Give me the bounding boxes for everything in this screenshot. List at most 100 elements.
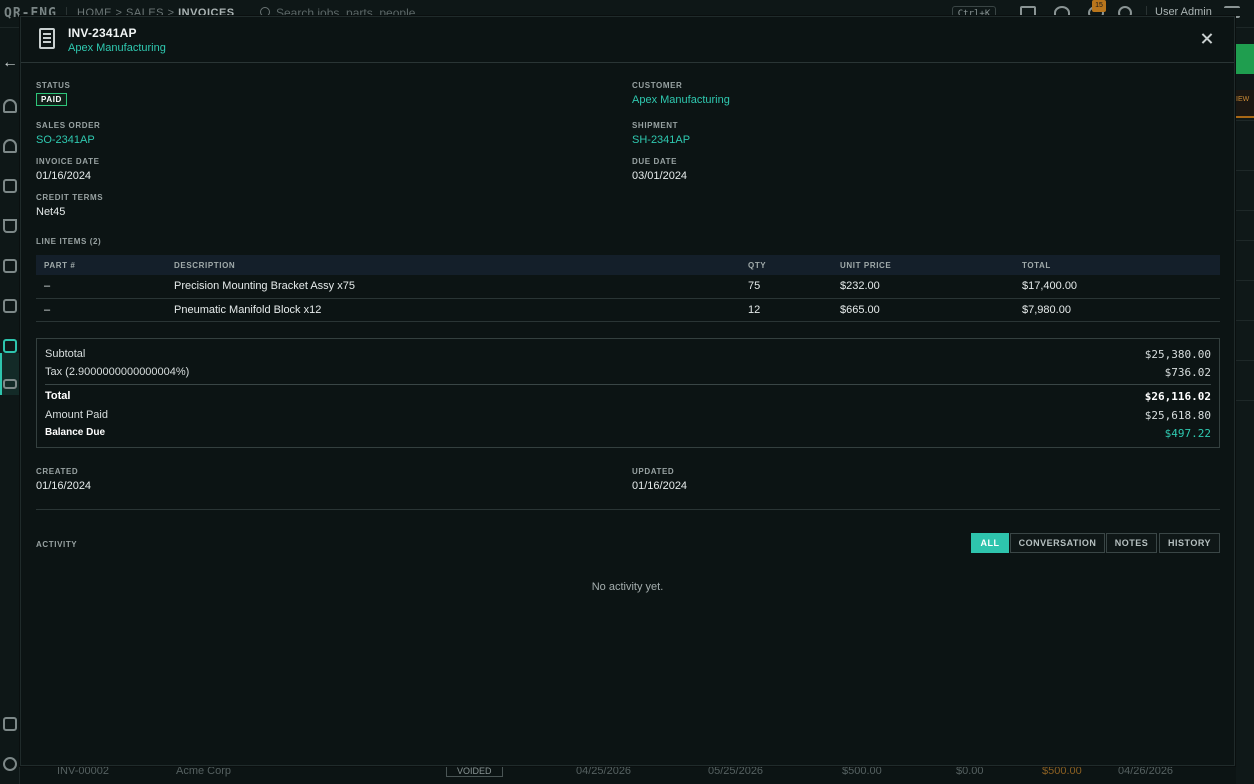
activity-empty-state: No activity yet. [591, 581, 664, 593]
invoice-date-value: 01/16/2024 [36, 170, 92, 182]
bg-row-date1: 04/25/2026 [576, 765, 632, 777]
activity-heading: ACTIVITY [36, 540, 78, 549]
cart-icon[interactable] [3, 219, 17, 233]
background-row-divider [1236, 170, 1254, 171]
close-icon[interactable] [1199, 31, 1215, 47]
column-total: TOTAL [1014, 255, 1220, 275]
sales-order-link[interactable]: SO-2341AP [36, 134, 95, 146]
background-row-divider [1236, 120, 1254, 121]
background-row-divider [1236, 210, 1254, 211]
subtotal-row: Subtotal $25,380.00 [45, 348, 1211, 361]
modal-subtitle-customer[interactable]: Apex Manufacturing [68, 42, 166, 54]
table-row: – Pneumatic Manifold Block x12 12 $665.0… [36, 298, 1220, 322]
subtotal-value: $25,380.00 [1144, 348, 1211, 361]
tab-notes[interactable]: NOTES [1106, 533, 1157, 553]
invoice-date-label: INVOICE DATE [36, 157, 100, 166]
table-row: – Precision Mounting Bracket Assy x75 75… [36, 275, 1220, 299]
column-unit-price: UNIT PRICE [832, 255, 1014, 275]
updated-value: 01/16/2024 [632, 480, 688, 492]
tab-history[interactable]: HISTORY [1159, 533, 1220, 553]
table-header-row: PART # DESCRIPTION QTY UNIT PRICE TOTAL [36, 255, 1220, 275]
amount-paid-row: Amount Paid $25,618.80 [45, 409, 1211, 422]
invoice-document-icon [39, 28, 55, 49]
totals-divider [45, 384, 1211, 385]
created-label: CREATED [36, 467, 79, 476]
bg-row-date2: 05/25/2026 [708, 765, 764, 777]
invoice-list-icon[interactable] [3, 339, 17, 353]
cell-unit-price: $665.00 [832, 298, 1014, 322]
invoice-detail-modal: INV-2341AP Apex Manufacturing STATUS PAI… [20, 16, 1235, 766]
cell-description: Pneumatic Manifold Block x12 [166, 298, 740, 322]
status-badge: PAID [36, 93, 67, 106]
shipment-link[interactable]: SH-2341AP [632, 134, 690, 146]
bg-row-date3: 04/26/2026 [1118, 765, 1174, 777]
totals-panel: Subtotal $25,380.00 Tax (2.9000000000000… [36, 338, 1220, 448]
cell-part: – [36, 298, 166, 322]
credit-terms-label: CREDIT TERMS [36, 193, 104, 202]
column-qty: QTY [740, 255, 832, 275]
cash-icon[interactable] [3, 379, 17, 389]
background-page-edge [1236, 28, 1254, 784]
due-date-value: 03/01/2024 [632, 170, 688, 182]
due-date-label: DUE DATE [632, 157, 678, 166]
total-label: Total [45, 390, 71, 402]
back-arrow-icon[interactable]: ← [2, 54, 18, 71]
subtotal-label: Subtotal [45, 348, 86, 360]
status-label: STATUS [36, 81, 71, 90]
background-row-divider [1236, 400, 1254, 401]
cell-part: – [36, 275, 166, 299]
modal-header: INV-2341AP Apex Manufacturing [21, 17, 1234, 63]
customer-link[interactable]: Apex Manufacturing [632, 94, 730, 106]
balance-due-label: Balance Due [45, 427, 106, 438]
section-divider [36, 509, 1220, 510]
balance-due-row: Balance Due $497.22 [45, 427, 1211, 440]
notification-badge: 15 [1092, 0, 1106, 12]
background-primary-button [1236, 44, 1254, 74]
bg-row-id: INV-00002 [57, 765, 109, 777]
store-icon[interactable] [3, 717, 17, 731]
updated-label: UPDATED [632, 467, 675, 476]
credit-terms-value: Net45 [36, 206, 66, 218]
settings-gear-icon[interactable] [3, 757, 17, 771]
sales-order-label: SALES ORDER [36, 121, 101, 130]
tax-row: Tax (2.9000000000000004%) $736.02 [45, 366, 1211, 379]
total-row: Total $26,116.02 [45, 390, 1211, 403]
amount-paid-label: Amount Paid [45, 409, 108, 421]
inbox-icon[interactable] [3, 259, 17, 273]
cell-qty: 12 [740, 298, 832, 322]
amount-paid-value: $25,618.80 [1144, 409, 1211, 422]
contacts-icon[interactable] [3, 139, 17, 153]
bg-row-status: VOIDED [446, 765, 503, 777]
cell-description: Precision Mounting Bracket Assy x75 [166, 275, 740, 299]
balance-due-value: $497.22 [1164, 427, 1211, 440]
cell-total: $7,980.00 [1014, 298, 1220, 322]
tab-conversation[interactable]: CONVERSATION [1010, 533, 1105, 553]
export-icon[interactable] [3, 299, 17, 313]
background-row-divider [1236, 360, 1254, 361]
cell-qty: 75 [740, 275, 832, 299]
total-value: $26,116.02 [1144, 390, 1211, 403]
column-part: PART # [36, 255, 166, 275]
bg-row-customer: Acme Corp [176, 765, 232, 777]
tax-value: $736.02 [1164, 366, 1211, 379]
tax-label: Tax (2.9000000000000004%) [45, 366, 190, 378]
bg-row-amount: $500.00 [842, 765, 882, 777]
created-value: 01/16/2024 [36, 480, 92, 492]
shipment-label: SHIPMENT [632, 121, 679, 130]
modal-title: INV-2341AP [68, 26, 137, 40]
background-row-divider [1236, 320, 1254, 321]
background-row-divider [1236, 240, 1254, 241]
bg-row-paid: $0.00 [956, 765, 984, 777]
column-description: DESCRIPTION [166, 255, 740, 275]
cell-total: $17,400.00 [1014, 275, 1220, 299]
bg-row-balance: $500.00 [1042, 765, 1082, 777]
line-items-table: PART # DESCRIPTION QTY UNIT PRICE TOTAL … [36, 255, 1220, 322]
app-sidebar: ← [0, 28, 20, 784]
background-row-divider [1236, 280, 1254, 281]
tab-all[interactable]: ALL [971, 533, 1009, 553]
customer-label: CUSTOMER [632, 81, 683, 90]
people-icon[interactable] [3, 99, 17, 113]
background-view-tab-label: IEW [1236, 96, 1250, 103]
line-items-heading: LINE ITEMS (2) [36, 237, 102, 246]
dollar-doc-icon[interactable] [3, 179, 17, 193]
